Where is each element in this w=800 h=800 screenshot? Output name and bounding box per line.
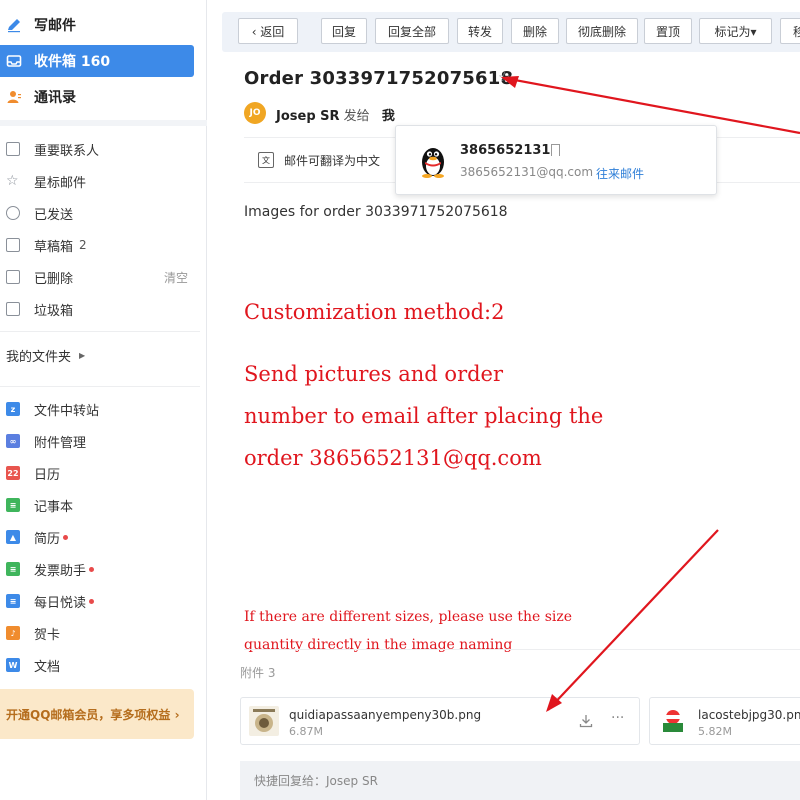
sidebar-item-inbox[interactable]: 收件箱 160 — [0, 45, 194, 77]
resume-icon: ▲ — [6, 530, 20, 544]
sidebar-item-file-transfer[interactable]: z 文件中转站 — [0, 395, 200, 423]
spam-icon — [6, 302, 20, 316]
check-circle-icon — [6, 206, 20, 220]
sidebar-item-sent[interactable]: 已发送 — [0, 199, 200, 227]
sidebar-item-daily-reading[interactable]: ≡ 每日悦读 — [0, 587, 200, 615]
mail-reader: ‹ 返回 回复 回复全部 转发 删除 彻底删除 置顶 标记为▾ 移 Order … — [208, 0, 800, 800]
compose-button[interactable]: 写邮件 — [0, 9, 194, 41]
file-transfer-icon: z — [6, 402, 20, 416]
calendar-icon: 22 — [6, 466, 20, 480]
bookmark-outline-icon — [6, 142, 20, 156]
folder-label: 垃圾箱 — [34, 303, 74, 319]
folder-label: 已发送 — [34, 207, 74, 223]
sidebar-item-calendar[interactable]: 22 日历 — [0, 459, 200, 487]
empty-trash-link[interactable]: 清空 — [164, 269, 188, 286]
annotation-arrows — [501, 76, 800, 712]
my-folders-label: 我的文件夹 — [6, 349, 72, 365]
caret-right-icon: ▶ — [79, 350, 86, 360]
sidebar-item-attachments[interactable]: ∞ 附件管理 — [0, 427, 200, 455]
draft-icon — [6, 238, 20, 252]
app-label: 文档 — [34, 659, 61, 675]
trash-icon — [6, 270, 20, 284]
sidebar-item-starred[interactable]: ☆ 星标邮件 — [0, 167, 200, 195]
divider — [0, 331, 200, 332]
folder-label: 重要联系人 — [34, 143, 100, 159]
app-label: 附件管理 — [34, 435, 87, 451]
sidebar-item-important-contacts[interactable]: 重要联系人 — [0, 135, 200, 163]
app-label: 文件中转站 — [34, 403, 100, 419]
star-icon: ☆ — [6, 173, 19, 189]
compose-label: 写邮件 — [34, 18, 76, 34]
draft-count: 2 — [79, 238, 87, 252]
greeting-card-icon: ♪ — [6, 626, 20, 640]
sidebar-item-invoice[interactable]: ≡ 发票助手 — [0, 555, 200, 583]
inbox-icon — [6, 53, 22, 69]
vip-banner[interactable]: 开通QQ邮箱会员，享多项权益 › — [0, 689, 194, 739]
red-arrow — [501, 76, 800, 135]
contacts-label: 通讯录 — [34, 90, 76, 106]
invoice-icon: ≡ — [6, 562, 20, 576]
contacts-icon — [6, 89, 22, 105]
document-icon: W — [6, 658, 20, 672]
sidebar-item-my-folders[interactable]: 我的文件夹 ▶ — [0, 341, 200, 369]
divider — [0, 386, 200, 387]
app-label: 贺卡 — [34, 627, 61, 643]
sidebar: 写邮件 收件箱 160 通讯录 重要联系人 ☆ 星标邮件 已发送 草稿箱 2 已… — [0, 0, 207, 800]
sidebar-item-resume[interactable]: ▲ 简历 — [0, 523, 200, 551]
inbox-label: 收件箱 160 — [34, 54, 111, 70]
folder-label: 星标邮件 — [34, 175, 87, 191]
app-label: 日历 — [34, 467, 61, 483]
app-label: 每日悦读 — [34, 595, 87, 611]
notification-dot — [89, 598, 95, 604]
sidebar-item-deleted[interactable]: 已删除 清空 — [0, 263, 200, 291]
folder-label: 草稿箱 — [34, 239, 74, 255]
app-label: 简历 — [34, 531, 61, 547]
folder-label: 已删除 — [34, 271, 74, 287]
divider — [0, 120, 207, 126]
app-label: 记事本 — [34, 499, 74, 515]
sidebar-item-spam[interactable]: 垃圾箱 — [0, 295, 200, 323]
app-label: 发票助手 — [34, 563, 87, 579]
notification-dot — [63, 534, 69, 540]
notepad-icon: ≡ — [6, 498, 20, 512]
pencil-icon — [6, 17, 22, 33]
sidebar-item-notepad[interactable]: ≡ 记事本 — [0, 491, 200, 519]
sidebar-item-drafts[interactable]: 草稿箱 2 — [0, 231, 200, 259]
attachment-manager-icon: ∞ — [6, 434, 20, 448]
notification-dot — [89, 566, 95, 572]
sidebar-item-docs[interactable]: W 文档 — [0, 651, 200, 679]
sidebar-item-cards[interactable]: ♪ 贺卡 — [0, 619, 200, 647]
sidebar-item-contacts[interactable]: 通讯录 — [0, 81, 194, 113]
red-arrow — [546, 529, 719, 712]
reading-icon: ≡ — [6, 594, 20, 608]
